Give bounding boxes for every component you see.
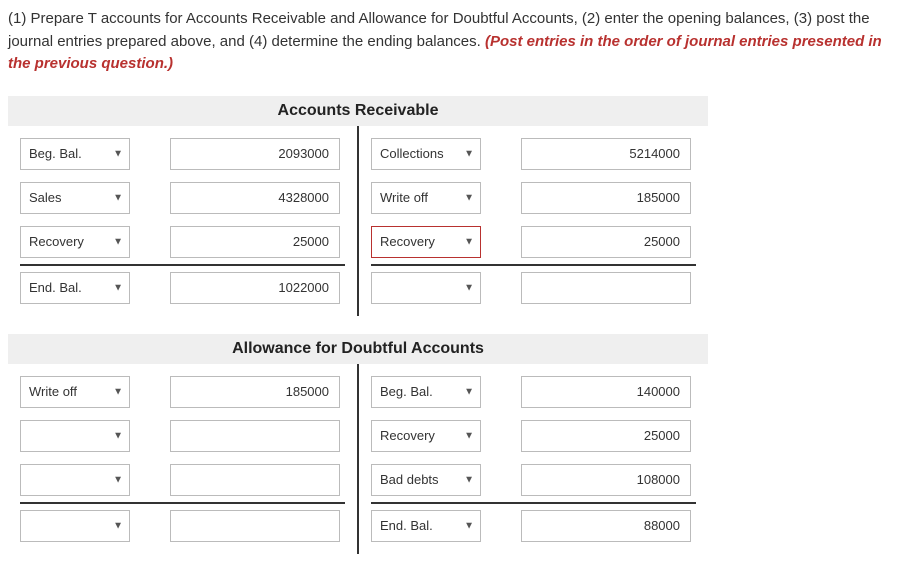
chevron-down-icon: ▼: [113, 148, 123, 159]
t-account-ar: Accounts Receivable Beg. Bal. ▼ 2093000 …: [8, 96, 708, 316]
chevron-down-icon: ▼: [464, 386, 474, 397]
ada-left-value-2[interactable]: [170, 464, 340, 496]
ar-left-value-2[interactable]: 25000: [170, 226, 340, 258]
select-label: End. Bal.: [380, 518, 433, 533]
chevron-down-icon: ▼: [464, 430, 474, 441]
ada-left-end-label[interactable]: ▼: [20, 510, 130, 542]
select-label: Collections: [380, 146, 444, 161]
t-account-ada: Allowance for Doubtful Accounts Write of…: [8, 334, 708, 554]
chevron-down-icon: ▼: [113, 474, 123, 485]
ar-left-label-0[interactable]: Beg. Bal. ▼: [20, 138, 130, 170]
ar-debit-side: Beg. Bal. ▼ 2093000 Sales ▼ 4328000 Reco…: [8, 126, 359, 316]
ada-credit-side: Beg. Bal. ▼ 140000 Recovery ▼ 25000 Bad …: [359, 364, 708, 554]
chevron-down-icon: ▼: [464, 282, 474, 293]
ada-left-label-0[interactable]: Write off ▼: [20, 376, 130, 408]
ar-right-end-label[interactable]: ▼: [371, 272, 481, 304]
ada-right-label-0[interactable]: Beg. Bal. ▼: [371, 376, 481, 408]
ada-right-label-1[interactable]: Recovery ▼: [371, 420, 481, 452]
ar-left-value-1[interactable]: 4328000: [170, 182, 340, 214]
ar-left-end-label[interactable]: End. Bal. ▼: [20, 272, 130, 304]
ada-left-label-2[interactable]: ▼: [20, 464, 130, 496]
chevron-down-icon: ▼: [464, 192, 474, 203]
select-label: End. Bal.: [29, 280, 82, 295]
chevron-down-icon: ▼: [464, 520, 474, 531]
ada-left-value-1[interactable]: [170, 420, 340, 452]
chevron-down-icon: ▼: [113, 520, 123, 531]
ada-right-end-value[interactable]: 88000: [521, 510, 691, 542]
ar-left-value-0[interactable]: 2093000: [170, 138, 340, 170]
select-label: Beg. Bal.: [380, 384, 433, 399]
chevron-down-icon: ▼: [464, 236, 474, 247]
chevron-down-icon: ▼: [113, 430, 123, 441]
chevron-down-icon: ▼: [113, 386, 123, 397]
select-label: Write off: [380, 190, 428, 205]
ar-left-label-2[interactable]: Recovery ▼: [20, 226, 130, 258]
select-label: Recovery: [380, 428, 435, 443]
select-label: Beg. Bal.: [29, 146, 82, 161]
chevron-down-icon: ▼: [464, 148, 474, 159]
ada-right-label-2[interactable]: Bad debts ▼: [371, 464, 481, 496]
ar-right-label-2[interactable]: Recovery ▼: [371, 226, 481, 258]
chevron-down-icon: ▼: [113, 282, 123, 293]
ar-right-label-1[interactable]: Write off ▼: [371, 182, 481, 214]
ar-left-label-1[interactable]: Sales ▼: [20, 182, 130, 214]
ar-right-label-0[interactable]: Collections ▼: [371, 138, 481, 170]
ada-right-value-1[interactable]: 25000: [521, 420, 691, 452]
select-label: Write off: [29, 384, 77, 399]
chevron-down-icon: ▼: [113, 192, 123, 203]
ada-right-value-2[interactable]: 108000: [521, 464, 691, 496]
ada-right-value-0[interactable]: 140000: [521, 376, 691, 408]
select-label: Sales: [29, 190, 62, 205]
account-title-ada: Allowance for Doubtful Accounts: [8, 334, 708, 364]
ada-left-label-1[interactable]: ▼: [20, 420, 130, 452]
ar-right-value-2[interactable]: 25000: [521, 226, 691, 258]
ada-left-value-0[interactable]: 185000: [170, 376, 340, 408]
account-title-ar: Accounts Receivable: [8, 96, 708, 126]
ar-right-value-1[interactable]: 185000: [521, 182, 691, 214]
ar-credit-side: Collections ▼ 5214000 Write off ▼ 185000…: [359, 126, 708, 316]
ada-right-end-label[interactable]: End. Bal. ▼: [371, 510, 481, 542]
select-label: Recovery: [29, 234, 84, 249]
chevron-down-icon: ▼: [464, 474, 474, 485]
ada-left-end-value[interactable]: [170, 510, 340, 542]
chevron-down-icon: ▼: [113, 236, 123, 247]
ar-right-value-0[interactable]: 5214000: [521, 138, 691, 170]
ar-right-end-value[interactable]: [521, 272, 691, 304]
instructions: (1) Prepare T accounts for Accounts Rece…: [8, 8, 902, 76]
ada-debit-side: Write off ▼ 185000 ▼ ▼: [8, 364, 359, 554]
select-label: Bad debts: [380, 472, 439, 487]
ar-left-end-value[interactable]: 1022000: [170, 272, 340, 304]
select-label: Recovery: [380, 234, 435, 249]
